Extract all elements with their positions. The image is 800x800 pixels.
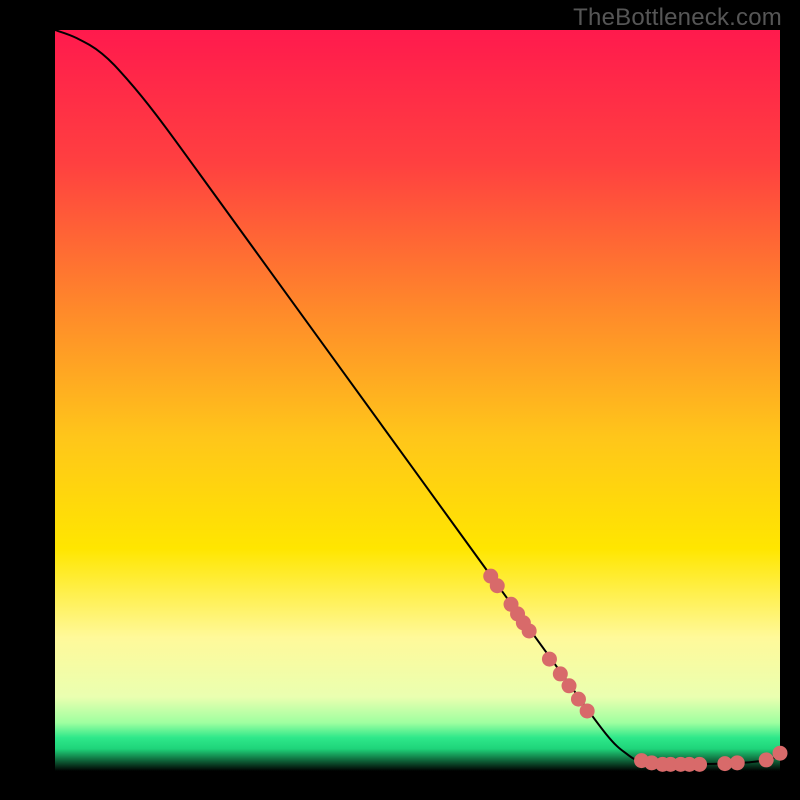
chart-container: { "watermark": "TheBottleneck.com", "cha… xyxy=(0,0,800,800)
data-dot xyxy=(562,678,577,693)
data-dot xyxy=(773,746,788,761)
chart-svg xyxy=(0,0,800,800)
data-dot xyxy=(759,752,774,767)
plot-background xyxy=(55,30,780,771)
data-dot xyxy=(730,755,745,770)
data-dot xyxy=(692,757,707,772)
watermark-text: TheBottleneck.com xyxy=(573,4,782,32)
data-dot xyxy=(490,578,505,593)
data-dot xyxy=(522,623,537,638)
data-dot xyxy=(542,652,557,667)
data-dot xyxy=(580,703,595,718)
